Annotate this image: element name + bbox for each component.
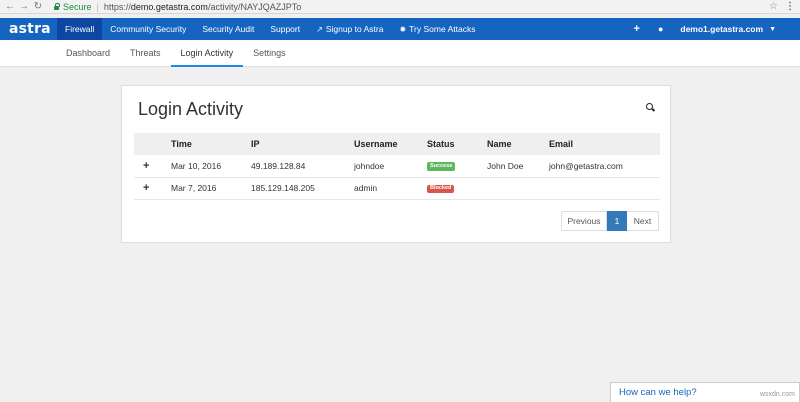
bookmark-star-icon[interactable]: ☆ — [769, 1, 778, 12]
cell-name: John Doe — [487, 155, 549, 178]
sub-navigation: Dashboard Threats Login Activity Setting… — [0, 40, 800, 67]
cell-time: Mar 7, 2016 — [171, 177, 251, 200]
tab-login-activity[interactable]: Login Activity — [170, 40, 244, 67]
back-arrow-icon[interactable]: ← — [3, 0, 17, 14]
cell-status: Success — [427, 155, 487, 178]
login-activity-card: Login Activity Time IP Username Status N… — [121, 85, 671, 243]
cell-username: johndoe — [354, 155, 427, 178]
lock-icon — [53, 3, 60, 10]
table-row: + Mar 10, 2016 49.189.128.84 johndoe Suc… — [134, 155, 660, 178]
header-email: Email — [549, 133, 660, 155]
table-row: + Mar 7, 2016 185.129.148.205 admin Bloc… — [134, 177, 660, 200]
nav-firewall[interactable]: Firewall — [57, 18, 103, 40]
status-badge: Blocked — [427, 184, 455, 193]
login-activity-table: Time IP Username Status Name Email + Mar… — [134, 133, 660, 200]
url-field[interactable]: https://demo.getastra.com/activity/NAYJQ… — [104, 2, 301, 12]
add-icon[interactable]: + — [625, 23, 649, 35]
header-name: Name — [487, 133, 549, 155]
page-title: Login Activity — [138, 99, 244, 119]
cell-ip: 49.189.128.84 — [251, 155, 354, 178]
top-navigation: astra Firewall Community Security Securi… — [0, 18, 800, 40]
help-widget-label: How can we help? — [619, 387, 697, 398]
current-page-button[interactable]: 1 — [607, 211, 627, 231]
account-menu[interactable]: demo1.getastra.com — [672, 24, 769, 34]
header-time: Time — [171, 133, 251, 155]
bell-icon[interactable]: ● — [649, 24, 672, 34]
url-host: demo.getastra.com — [130, 1, 208, 12]
nav-firewall-label: Firewall — [65, 24, 95, 34]
expand-header — [134, 133, 171, 155]
header-username: Username — [354, 133, 427, 155]
nav-support[interactable]: Support — [262, 18, 308, 40]
nav-support-label: Support — [270, 24, 301, 34]
bug-icon: ✹ — [399, 24, 407, 34]
next-page-button[interactable]: Next — [627, 211, 659, 231]
cell-name — [487, 177, 549, 200]
header-status: Status — [427, 133, 487, 155]
nav-signup-label: Signup to Astra — [325, 24, 384, 34]
nav-try-attacks[interactable]: ✹ Try Some Attacks — [391, 18, 483, 40]
cell-email: john@getastra.com — [549, 155, 660, 178]
chevron-down-icon[interactable]: ▼ — [769, 26, 800, 33]
nav-try-attacks-label: Try Some Attacks — [409, 24, 476, 34]
status-badge: Success — [427, 162, 456, 171]
nav-community-security[interactable]: Community Security — [102, 18, 194, 40]
cell-username: admin — [354, 177, 427, 200]
expand-row-icon[interactable]: + — [134, 155, 171, 178]
cell-status: Blocked — [427, 177, 487, 200]
header-ip: IP — [251, 133, 354, 155]
external-link-icon: ↗ — [316, 24, 323, 34]
search-icon[interactable] — [646, 103, 656, 113]
forward-arrow-icon[interactable]: → — [17, 0, 31, 14]
cell-email — [549, 177, 660, 200]
astra-logo[interactable]: astra — [0, 18, 57, 40]
nav-community-security-label: Community Security — [110, 24, 187, 34]
tab-threats[interactable]: Threats — [120, 40, 171, 66]
browser-address-bar: ← → ↻ Secure | https://demo.getastra.com… — [0, 0, 800, 14]
pagination: Previous 1 Next — [561, 211, 659, 231]
url-protocol: https:// — [103, 1, 131, 12]
tab-dashboard[interactable]: Dashboard — [56, 40, 120, 66]
nav-signup[interactable]: ↗ Signup to Astra — [308, 18, 391, 40]
url-path: /activity/NAYJQAZJPTo — [207, 1, 302, 12]
table-header-row: Time IP Username Status Name Email — [134, 133, 660, 155]
nav-security-audit[interactable]: Security Audit — [194, 18, 262, 40]
secure-label: Secure — [63, 1, 92, 12]
url-separator: | — [96, 1, 99, 12]
cell-time: Mar 10, 2016 — [171, 155, 251, 178]
browser-menu-icon[interactable]: ⋮ — [785, 1, 795, 12]
cell-ip: 185.129.148.205 — [251, 177, 354, 200]
tab-settings[interactable]: Settings — [243, 40, 296, 66]
expand-row-icon[interactable]: + — [134, 177, 171, 200]
nav-security-audit-label: Security Audit — [202, 24, 255, 34]
reload-icon[interactable]: ↻ — [31, 0, 45, 14]
watermark: wsxdn.com — [759, 391, 795, 398]
previous-page-button[interactable]: Previous — [561, 211, 607, 231]
